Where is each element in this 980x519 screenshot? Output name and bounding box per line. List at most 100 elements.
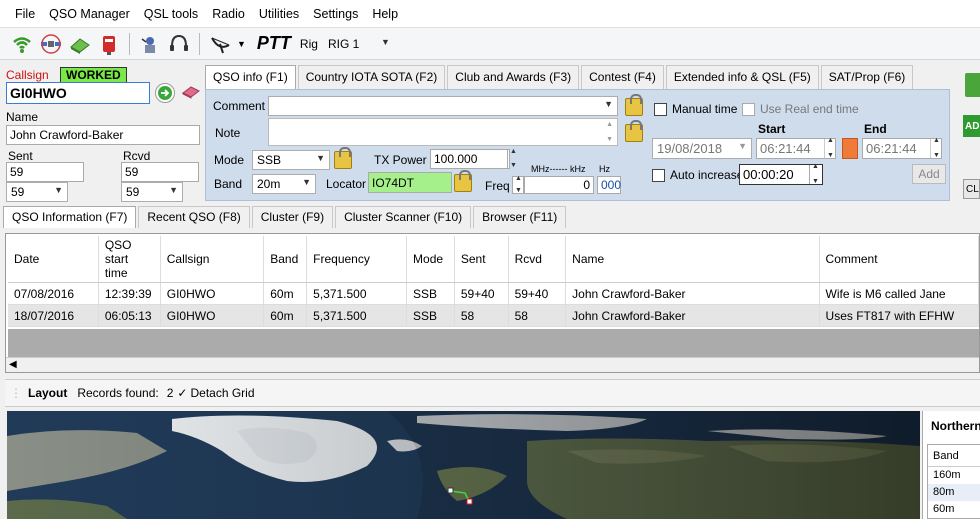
chevron-down-icon[interactable]: ▼ (237, 39, 246, 49)
cell-sent: 59+40 (454, 282, 509, 305)
band-side-panel: Northern Band 160m 80m 60m (922, 411, 980, 519)
locator-lock-icon[interactable] (454, 170, 472, 192)
rotator-icon[interactable] (138, 32, 162, 56)
tab-browser[interactable]: Browser (F11) (473, 206, 567, 228)
tab-sat-prop[interactable]: SAT/Prop (F6) (820, 65, 914, 89)
cell-callsign: GI0HWO (160, 282, 265, 305)
toolbar-separator (199, 32, 200, 55)
side-panel-title: Northern (931, 419, 980, 433)
use-real-end-checkbox[interactable] (742, 103, 755, 116)
clear-button[interactable]: CL (963, 179, 980, 199)
column-header-start-time[interactable]: QSO start time (98, 236, 161, 283)
column-header-callsign[interactable]: Callsign (160, 236, 265, 283)
eraser-icon[interactable] (181, 85, 201, 99)
menu-radio[interactable]: Radio (205, 7, 252, 21)
rcvd-label: Rcvd (123, 149, 151, 163)
toolbar: ▼ PTT Rig RIG 1 ▼ (0, 28, 980, 60)
note-input[interactable]: ▲ ▼ (268, 118, 618, 146)
world-map[interactable] (7, 411, 920, 519)
dish-antenna-icon[interactable] (208, 32, 232, 56)
column-header-frequency[interactable]: Frequency (306, 236, 408, 283)
detach-grid-button[interactable]: Detach Grid (190, 386, 254, 400)
tab-country-iota-sota[interactable]: Country IOTA SOTA (F2) (297, 65, 446, 89)
tab-cluster[interactable]: Cluster (F9) (251, 206, 334, 228)
freq-spinner[interactable] (512, 175, 524, 194)
band-list: Band 160m 80m 60m (927, 444, 980, 519)
mailbox-icon[interactable] (97, 32, 121, 56)
auto-increase-spinner[interactable] (809, 163, 821, 185)
tab-cluster-scanner[interactable]: Cluster Scanner (F10) (335, 206, 472, 228)
tx-power-spinner[interactable] (507, 148, 519, 169)
callsign-input[interactable]: GI0HWO (6, 82, 150, 104)
auto-increase-label: Auto increase (670, 168, 744, 182)
scroll-down-icon[interactable]: ▼ (606, 136, 613, 143)
menu-settings[interactable]: Settings (306, 7, 365, 21)
tab-club-awards[interactable]: Club and Awards (F3) (447, 65, 580, 89)
freq-value: 0 (583, 178, 590, 192)
lookup-icon[interactable] (155, 83, 175, 103)
auto-increase-checkbox[interactable] (652, 169, 665, 182)
column-header-mode[interactable]: Mode (406, 236, 455, 283)
add-qso-button[interactable]: AD (963, 115, 980, 137)
wifi-signal-icon[interactable] (10, 32, 34, 56)
layout-button[interactable]: Layout (28, 386, 67, 400)
comment-lock-icon[interactable] (625, 94, 643, 116)
list-item[interactable]: 80m (928, 484, 980, 501)
column-header-date[interactable]: Date (8, 236, 99, 283)
detach-check-icon[interactable]: ✓ (177, 386, 187, 400)
column-header-band[interactable]: Band (263, 236, 308, 283)
comment-input[interactable]: ▼ (268, 96, 618, 116)
records-found-label: Records found: (77, 386, 159, 400)
scroll-left-icon[interactable]: ◀ (9, 359, 17, 370)
tab-qso-info[interactable]: QSO info (F1) (205, 65, 296, 89)
ptt-button[interactable]: PTT (257, 33, 291, 54)
freq-input[interactable]: 0 (524, 176, 594, 194)
end-time-value: 06:21:44 (866, 141, 917, 156)
scroll-up-icon[interactable]: ▲ (606, 121, 613, 128)
add-button[interactable]: Add (912, 164, 946, 184)
column-header-rcvd[interactable]: Rcvd (508, 236, 567, 283)
sent-input[interactable]: 59 (6, 162, 84, 182)
list-item[interactable]: 60m (928, 501, 980, 518)
menu-qso-manager[interactable]: QSO Manager (42, 7, 137, 21)
tab-qso-information[interactable]: QSO Information (F7) (3, 206, 137, 228)
table-row[interactable]: 18/07/2016 06:05:13 GI0HWO 60m 5,371.500… (8, 304, 979, 327)
rcvd-select[interactable]: 59 ▼ (121, 182, 183, 202)
date-picker[interactable]: 19/08/2018 ▼ (652, 138, 752, 159)
column-header-name[interactable]: Name (565, 236, 820, 283)
satellite-icon[interactable] (39, 32, 63, 56)
start-time-spinner[interactable] (824, 137, 836, 159)
column-header-comment[interactable]: Comment (819, 236, 979, 283)
locator-input[interactable]: IO74DT (368, 172, 452, 193)
manual-time-checkbox[interactable] (654, 103, 667, 116)
worked-badge: WORKED (60, 67, 127, 83)
tx-power-input[interactable]: 100.000 (430, 149, 510, 169)
mode-select-value: SSB (257, 153, 282, 167)
end-time-spinner[interactable] (930, 137, 942, 159)
rig-select[interactable]: RIG 1 ▼ (323, 34, 395, 54)
freq-hz-input[interactable]: 000 (597, 176, 621, 194)
note-lock-icon[interactable] (625, 120, 643, 142)
mode-select[interactable]: SSB ▼ (252, 150, 330, 170)
menu-utilities[interactable]: Utilities (252, 7, 306, 21)
cell-mode: SSB (406, 282, 455, 305)
tab-recent-qso[interactable]: Recent QSO (F8) (138, 206, 250, 228)
menu-help[interactable]: Help (365, 7, 405, 21)
menu-file[interactable]: File (8, 7, 42, 21)
mode-lock-icon[interactable] (334, 147, 352, 169)
column-header-sent[interactable]: Sent (454, 236, 509, 283)
sync-time-button[interactable] (842, 138, 858, 159)
headset-icon[interactable] (167, 32, 191, 56)
menu-qsl-tools[interactable]: QSL tools (137, 7, 205, 21)
book-icon[interactable] (965, 73, 980, 97)
tab-contest[interactable]: Contest (F4) (581, 65, 664, 89)
table-row[interactable]: 07/08/2016 12:39:39 GI0HWO 60m 5,371.500… (8, 282, 979, 305)
list-item[interactable]: 160m (928, 467, 980, 484)
band-select[interactable]: 20m ▼ (252, 174, 316, 194)
sent-select[interactable]: 59 ▼ (6, 182, 68, 202)
horizontal-scrollbar[interactable]: ◀ (6, 357, 979, 372)
rcvd-input[interactable]: 59 (121, 162, 199, 182)
books-icon[interactable] (68, 32, 92, 56)
tab-extended-info-qsl[interactable]: Extended info & QSL (F5) (665, 65, 819, 89)
name-input[interactable]: John Crawford-Baker (6, 125, 200, 145)
